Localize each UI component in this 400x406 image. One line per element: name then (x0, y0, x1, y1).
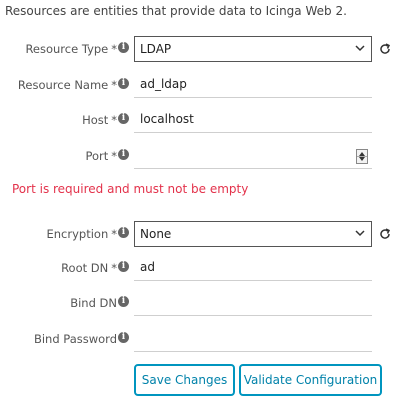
spinner-icon[interactable] (356, 149, 368, 164)
host-value: localhost (140, 112, 194, 126)
bind-password-input[interactable] (134, 326, 372, 352)
resource-type-select[interactable]: LDAP (134, 36, 372, 62)
bind-dn-row: Bind DN i (0, 290, 400, 316)
validate-configuration-button[interactable]: Validate Configuration (239, 364, 382, 396)
resource-type-row: Resource Type * i LDAP (0, 36, 400, 62)
chevron-down-icon (355, 230, 365, 237)
root-dn-input[interactable]: ad (134, 255, 372, 281)
bind-password-label: Bind Password (33, 332, 117, 346)
bind-dn-input[interactable] (134, 290, 372, 316)
encryption-value: None (140, 227, 172, 241)
resource-name-value: ad_ldap (140, 77, 187, 91)
encryption-row: Encryption * i None (0, 221, 400, 247)
chevron-down-icon (355, 45, 365, 52)
info-icon[interactable]: i (118, 332, 129, 343)
refresh-icon[interactable] (378, 227, 392, 241)
port-input[interactable] (134, 143, 372, 169)
info-icon[interactable]: i (118, 42, 129, 53)
encryption-select[interactable]: None (134, 221, 372, 247)
info-icon[interactable]: i (118, 227, 129, 238)
resource-type-label: Resource Type * (25, 42, 117, 56)
info-icon[interactable]: i (118, 261, 129, 272)
info-icon[interactable]: i (118, 113, 129, 124)
port-label: Port * (85, 149, 117, 163)
form-intro: Resources are entities that provide data… (5, 4, 347, 18)
host-label: Host * (82, 113, 117, 127)
refresh-icon[interactable] (378, 42, 392, 56)
root-dn-row: Root DN * i ad (0, 255, 400, 281)
port-row: Port * i (0, 143, 400, 169)
host-row: Host * i localhost (0, 107, 400, 133)
encryption-label: Encryption * (46, 227, 118, 241)
save-changes-button[interactable]: Save Changes (134, 364, 235, 396)
resource-name-label: Resource Name * (17, 78, 117, 92)
root-dn-label: Root DN * (61, 261, 117, 275)
info-icon[interactable]: i (118, 296, 129, 307)
resource-name-row: Resource Name * i ad_ldap (0, 72, 400, 98)
resource-type-value: LDAP (140, 42, 172, 56)
info-icon[interactable]: i (118, 78, 129, 89)
bind-dn-label: Bind DN (70, 296, 117, 310)
bind-password-row: Bind Password i (0, 326, 400, 352)
root-dn-value: ad (140, 260, 155, 274)
host-input[interactable]: localhost (134, 107, 372, 133)
port-error-message: Port is required and must not be empty (12, 182, 249, 196)
info-icon[interactable]: i (118, 149, 129, 160)
resource-name-input[interactable]: ad_ldap (134, 72, 372, 98)
